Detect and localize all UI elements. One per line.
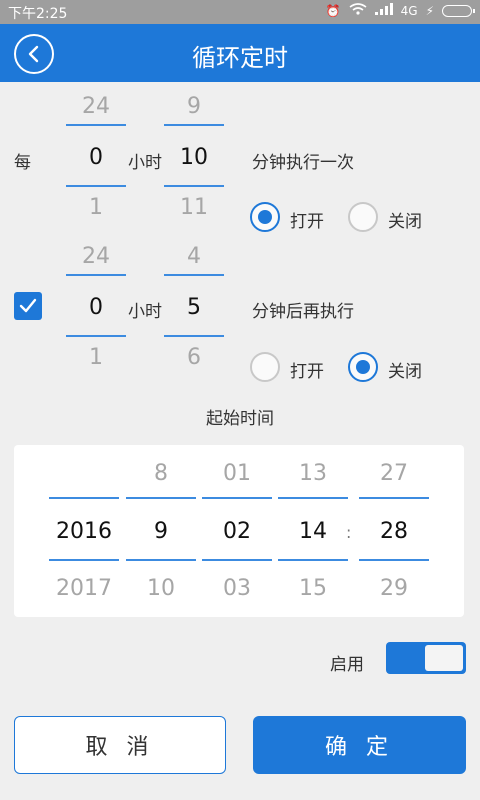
day-current[interactable]: 02 bbox=[202, 519, 272, 544]
start-time-picker: 2016 2017 8 9 10 01 02 03 13 14 15 : 27 … bbox=[14, 445, 464, 617]
confirm-button[interactable]: 确 定 bbox=[253, 716, 466, 774]
hour-current[interactable]: 14 bbox=[278, 519, 348, 544]
hour-next[interactable]: 15 bbox=[278, 576, 348, 601]
delay-radio-on-label: 打开 bbox=[290, 362, 324, 382]
day-next[interactable]: 03 bbox=[202, 576, 272, 601]
divider bbox=[66, 124, 126, 126]
delay-minute-prev[interactable]: 4 bbox=[164, 244, 224, 269]
interval-minute-current[interactable]: 10 bbox=[164, 145, 224, 170]
alarm-off-icon: ⏰ bbox=[325, 3, 341, 18]
delay-suffix: 分钟后再执行 bbox=[252, 302, 354, 322]
divider bbox=[126, 497, 196, 499]
divider bbox=[278, 497, 348, 499]
time-separator: : bbox=[346, 523, 352, 542]
delay-hour-prev[interactable]: 24 bbox=[66, 244, 126, 269]
page-title: 循环定时 bbox=[192, 44, 288, 72]
delay-hour-next[interactable]: 1 bbox=[66, 345, 126, 370]
toggle-knob bbox=[425, 645, 463, 671]
hour-prev[interactable]: 13 bbox=[278, 461, 348, 486]
status-icons: ⏰ 4G ⚡ bbox=[325, 3, 475, 18]
divider bbox=[66, 185, 126, 187]
minute-next[interactable]: 29 bbox=[359, 576, 429, 601]
delay-hour-label: 小时 bbox=[128, 302, 162, 322]
status-time: 下午2:25 bbox=[8, 6, 68, 22]
delay-checkbox[interactable] bbox=[14, 292, 42, 320]
status-bar: 下午2:25 ⏰ 4G ⚡ bbox=[0, 0, 480, 24]
interval-suffix: 分钟执行一次 bbox=[252, 153, 354, 173]
minute-prev[interactable]: 27 bbox=[359, 461, 429, 486]
divider bbox=[66, 335, 126, 337]
interval-hour-label: 小时 bbox=[128, 153, 162, 173]
interval-hour-prev[interactable]: 24 bbox=[66, 94, 126, 119]
divider bbox=[278, 559, 348, 561]
minute-current[interactable]: 28 bbox=[359, 519, 429, 544]
interval-radio-on[interactable] bbox=[250, 202, 280, 232]
wifi-icon bbox=[349, 3, 367, 18]
interval-radio-off[interactable] bbox=[348, 202, 378, 232]
divider bbox=[202, 497, 272, 499]
signal-icon bbox=[374, 3, 393, 18]
interval-radio-off-label: 关闭 bbox=[388, 212, 422, 232]
divider bbox=[126, 559, 196, 561]
interval-hour-next[interactable]: 1 bbox=[66, 195, 126, 220]
divider bbox=[49, 497, 119, 499]
check-icon bbox=[19, 298, 37, 313]
cancel-button[interactable]: 取 消 bbox=[14, 716, 226, 774]
divider bbox=[359, 559, 429, 561]
delay-minute-current[interactable]: 5 bbox=[164, 295, 224, 320]
divider bbox=[164, 185, 224, 187]
interval-radio-on-label: 打开 bbox=[290, 212, 324, 232]
divider bbox=[164, 274, 224, 276]
app-bar: 循环定时 bbox=[0, 24, 480, 82]
enable-toggle[interactable] bbox=[386, 642, 466, 674]
divider bbox=[164, 124, 224, 126]
month-next[interactable]: 10 bbox=[126, 576, 196, 601]
interval-hour-current[interactable]: 0 bbox=[66, 145, 126, 170]
interval-prefix: 每 bbox=[14, 153, 31, 173]
divider bbox=[49, 559, 119, 561]
network-type: 4G bbox=[400, 3, 418, 18]
interval-minute-prev[interactable]: 9 bbox=[164, 94, 224, 119]
delay-minute-next[interactable]: 6 bbox=[164, 345, 224, 370]
day-prev[interactable]: 01 bbox=[202, 461, 272, 486]
year-current[interactable]: 2016 bbox=[49, 519, 119, 544]
charging-icon: ⚡ bbox=[425, 3, 434, 18]
divider bbox=[359, 497, 429, 499]
divider bbox=[164, 335, 224, 337]
year-next[interactable]: 2017 bbox=[49, 576, 119, 601]
divider bbox=[66, 274, 126, 276]
battery-icon bbox=[442, 4, 475, 17]
month-prev[interactable]: 8 bbox=[126, 461, 196, 486]
divider bbox=[202, 559, 272, 561]
delay-radio-off-label: 关闭 bbox=[388, 362, 422, 382]
start-time-label: 起始时间 bbox=[206, 409, 274, 429]
delay-radio-off[interactable] bbox=[348, 352, 378, 382]
delay-hour-current[interactable]: 0 bbox=[66, 295, 126, 320]
month-current[interactable]: 9 bbox=[126, 519, 196, 544]
delay-radio-on[interactable] bbox=[250, 352, 280, 382]
interval-minute-next[interactable]: 11 bbox=[164, 195, 224, 220]
enable-label: 启用 bbox=[330, 655, 364, 675]
